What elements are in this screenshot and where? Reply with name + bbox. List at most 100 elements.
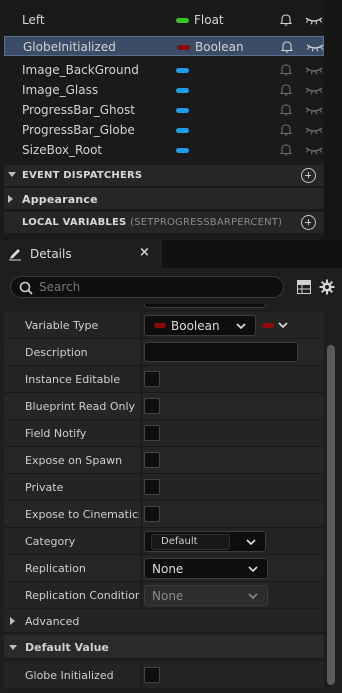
variable-type-pill xyxy=(176,88,189,93)
variable-type-pill xyxy=(176,18,189,23)
property-matrix-icon[interactable] xyxy=(297,280,311,294)
gear-icon[interactable] xyxy=(319,279,335,295)
section-label: EVENT DISPATCHERS xyxy=(22,170,143,181)
visibility-eye-icon[interactable] xyxy=(304,85,324,95)
visibility-eye-icon[interactable] xyxy=(304,15,324,25)
field-notify-bell-icon[interactable] xyxy=(281,40,293,53)
close-icon[interactable]: × xyxy=(139,245,150,260)
clipped-field xyxy=(144,304,266,308)
row-expose-on-spawn: Expose on Spawn xyxy=(4,447,324,474)
default-value-label: Default Value xyxy=(25,641,109,654)
expand-arrow-icon xyxy=(10,617,15,625)
chevron-down-icon xyxy=(236,323,246,330)
property-label: Private xyxy=(25,481,64,494)
row-replication: Replication None xyxy=(4,555,324,582)
search-icon xyxy=(19,281,33,295)
field-notify-bell-icon[interactable] xyxy=(280,63,292,76)
section-local-variables[interactable]: LOCAL VARIABLES (SETPROGRESSBARPERCENT) xyxy=(4,211,324,233)
field-notify-bell-icon[interactable] xyxy=(280,103,292,116)
variable-row[interactable]: GlobeInitialized Boolean xyxy=(4,36,324,56)
pencil-icon xyxy=(9,249,21,261)
variable-name: GlobeInitialized xyxy=(23,40,116,54)
blueprint-read-only-checkbox[interactable] xyxy=(144,398,160,414)
field-notify-checkbox[interactable] xyxy=(144,425,160,441)
variable-row[interactable]: Image_BackGround xyxy=(4,60,324,80)
collapse-arrow-icon xyxy=(9,645,17,650)
variable-row[interactable]: ProgressBar_Globe xyxy=(4,120,324,140)
variable-name: SizeBox_Root xyxy=(22,143,103,157)
row-globe-initialized-default: Globe Initialized xyxy=(4,662,324,689)
variable-name: Image_BackGround xyxy=(22,63,139,77)
private-checkbox[interactable] xyxy=(144,479,160,495)
chevron-down-icon xyxy=(248,593,258,600)
collapse-arrow-icon xyxy=(8,172,16,177)
details-tab-bar: Details × xyxy=(0,240,342,268)
row-description: Description xyxy=(4,339,324,366)
expose-on-spawn-checkbox[interactable] xyxy=(144,452,160,468)
description-field[interactable] xyxy=(144,342,298,362)
expose-to-cinematics-checkbox[interactable] xyxy=(144,506,160,522)
field-notify-bell-icon[interactable] xyxy=(280,83,292,96)
single-container-pill xyxy=(262,323,274,328)
details-panel: Variable Type Boolean Description Instan… xyxy=(0,268,342,693)
add-local-variable-icon[interactable] xyxy=(301,215,316,230)
variable-row[interactable]: SizeBox_Root xyxy=(4,140,324,160)
variable-name: ProgressBar_Ghost xyxy=(22,103,135,117)
section-event-dispatchers[interactable]: EVENT DISPATCHERS xyxy=(4,164,324,186)
variable-type-dropdown[interactable]: Boolean xyxy=(144,315,256,336)
search-input[interactable] xyxy=(39,279,275,295)
variable-type-pill xyxy=(176,148,189,153)
details-scrollbar[interactable] xyxy=(327,345,335,685)
variable-row[interactable]: Image_Glass xyxy=(4,80,324,100)
variable-type-pill xyxy=(176,108,189,113)
field-notify-bell-icon[interactable] xyxy=(280,123,292,136)
variable-type-pill xyxy=(176,128,189,133)
variable-row[interactable]: Left Float xyxy=(4,10,324,30)
property-label: Instance Editable xyxy=(25,373,121,386)
row-field-notify: Field Notify xyxy=(4,420,324,447)
variable-type-label: Boolean xyxy=(195,40,244,54)
property-label: Replication xyxy=(25,562,86,575)
row-blueprint-read-only: Blueprint Read Only xyxy=(4,393,324,420)
container-type-dropdown[interactable] xyxy=(262,320,296,332)
variable-row[interactable]: ProgressBar_Ghost xyxy=(4,100,324,120)
my-blueprint-variable-list: Left Float GlobeInitialized Boolean Image_Ba… xyxy=(0,0,324,240)
instance-editable-checkbox[interactable] xyxy=(144,371,160,387)
section-label: LOCAL VARIABLES (SETPROGRESSBARPERCENT) xyxy=(22,217,283,228)
property-label: Globe Initialized xyxy=(25,669,114,682)
add-event-dispatcher-icon[interactable] xyxy=(301,168,316,183)
expand-arrow-icon xyxy=(8,195,13,203)
variable-type-value: Boolean xyxy=(171,319,220,333)
visibility-eye-icon[interactable] xyxy=(304,65,324,75)
tab-details[interactable]: Details × xyxy=(0,240,162,268)
row-private: Private xyxy=(4,474,324,501)
row-variable-type: Variable Type Boolean xyxy=(4,312,324,339)
default-value-section[interactable]: Default Value xyxy=(4,635,324,659)
row-instance-editable: Instance Editable xyxy=(4,366,324,393)
tab-label: Details xyxy=(30,247,72,261)
replication-dropdown[interactable]: None xyxy=(144,558,268,579)
section-appearance[interactable]: Appearance xyxy=(4,187,324,209)
category-combobox[interactable]: Default xyxy=(144,531,266,552)
field-notify-bell-icon[interactable] xyxy=(280,13,292,26)
chevron-down-icon xyxy=(278,322,288,329)
visibility-eye-icon[interactable] xyxy=(305,42,324,52)
variable-name: Image_Glass xyxy=(22,83,99,97)
property-label: Expose on Spawn xyxy=(25,454,123,467)
visibility-eye-icon[interactable] xyxy=(304,125,324,135)
property-label: Variable Type xyxy=(25,319,99,332)
field-notify-bell-icon[interactable] xyxy=(280,143,292,156)
search-box[interactable] xyxy=(10,276,284,298)
row-category: Category Default xyxy=(4,528,324,555)
variable-name: Left xyxy=(22,13,45,27)
globe-initialized-default-checkbox[interactable] xyxy=(144,667,160,683)
replication-value: None xyxy=(152,562,184,576)
section-label: Appearance xyxy=(22,193,98,206)
property-label: Expose to Cinematics xyxy=(25,508,139,521)
replication-condition-dropdown: None xyxy=(144,585,268,606)
category-input[interactable]: Default xyxy=(151,534,230,550)
chevron-down-icon xyxy=(246,539,256,546)
visibility-eye-icon[interactable] xyxy=(304,105,324,115)
advanced-expander[interactable]: Advanced xyxy=(4,609,324,633)
visibility-eye-icon[interactable] xyxy=(304,145,324,155)
